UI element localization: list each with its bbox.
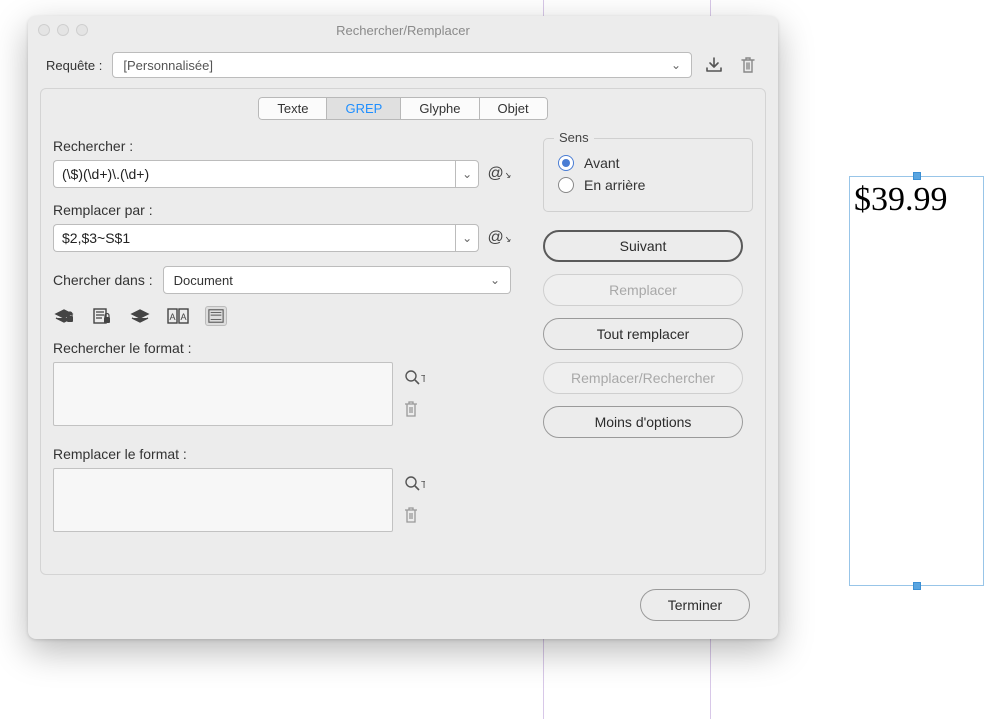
main-panel: Texte GREP Glyphe Objet Rechercher : (\$…	[40, 88, 766, 575]
search-in-select[interactable]: Document ⌄	[163, 266, 511, 294]
find-history-button[interactable]: ⌄	[455, 160, 479, 188]
svg-text:T: T	[421, 374, 425, 385]
direction-backward-label: En arrière	[584, 177, 645, 193]
zoom-window-button[interactable]	[76, 24, 88, 36]
chevron-down-icon: ⌄	[671, 58, 681, 72]
chevron-down-icon: ⌄	[490, 273, 500, 287]
master-pages-icon[interactable]: AA	[167, 306, 189, 326]
price-text[interactable]: $39.99	[854, 181, 948, 219]
find-label: Rechercher :	[53, 138, 511, 154]
frame-handle[interactable]	[913, 582, 921, 590]
minimize-window-button[interactable]	[57, 24, 69, 36]
find-format-label: Rechercher le format :	[53, 340, 511, 356]
scope-icons: AA	[53, 306, 511, 326]
delete-query-button[interactable]	[736, 54, 760, 76]
locked-stories-icon[interactable]	[91, 306, 113, 326]
radio-icon	[558, 155, 574, 171]
specify-replace-format-button[interactable]: T	[403, 474, 425, 492]
svg-text:T: T	[421, 480, 425, 491]
replace-format-box[interactable]	[53, 468, 393, 532]
replace-button: Remplacer	[543, 274, 743, 306]
hidden-layers-icon[interactable]	[129, 306, 151, 326]
frame-handle[interactable]	[913, 172, 921, 180]
chevron-down-icon: ⌄	[462, 231, 472, 245]
find-input[interactable]: (\$)(\d+)\.(\d+)	[53, 160, 455, 188]
replace-input[interactable]: $2,$3~S$1	[53, 224, 455, 252]
tabs: Texte GREP Glyphe Objet	[53, 97, 753, 120]
query-select-value: [Personnalisée]	[123, 58, 213, 73]
direction-forward-radio[interactable]: Avant	[558, 155, 738, 171]
tab-glyph[interactable]: Glyphe	[400, 97, 479, 120]
direction-backward-radio[interactable]: En arrière	[558, 177, 738, 193]
chevron-down-icon: ⌄	[462, 167, 472, 181]
window-title: Rechercher/Remplacer	[336, 23, 470, 38]
close-window-button[interactable]	[38, 24, 50, 36]
find-replace-dialog: Rechercher/Remplacer Requête : [Personna…	[28, 16, 778, 639]
replace-special-chars-button[interactable]: @↘	[487, 229, 511, 247]
search-in-value: Document	[174, 273, 233, 288]
find-next-button[interactable]: Suivant	[543, 230, 743, 262]
save-query-button[interactable]	[702, 54, 726, 76]
tab-text[interactable]: Texte	[258, 97, 327, 120]
fewer-options-button[interactable]: Moins d'options	[543, 406, 743, 438]
done-button[interactable]: Terminer	[640, 589, 750, 621]
tab-object[interactable]: Objet	[479, 97, 548, 120]
tab-grep[interactable]: GREP	[326, 97, 401, 120]
search-in-label: Chercher dans :	[53, 272, 153, 288]
window-controls	[38, 24, 88, 36]
specify-find-format-button[interactable]: T	[403, 368, 425, 386]
footnotes-icon[interactable]	[205, 306, 227, 326]
direction-legend: Sens	[554, 130, 594, 145]
find-format-box[interactable]	[53, 362, 393, 426]
text-frame[interactable]: $39.99	[849, 176, 984, 586]
clear-replace-format-button[interactable]	[403, 506, 425, 524]
locked-layers-icon[interactable]	[53, 306, 75, 326]
replace-all-button[interactable]: Tout remplacer	[543, 318, 743, 350]
direction-forward-label: Avant	[584, 155, 620, 171]
direction-group: Sens Avant En arrière	[543, 138, 753, 212]
replace-format-label: Remplacer le format :	[53, 446, 511, 462]
query-label: Requête :	[46, 58, 102, 73]
replace-history-button[interactable]: ⌄	[455, 224, 479, 252]
svg-text:A: A	[180, 312, 186, 322]
find-special-chars-button[interactable]: @↘	[487, 165, 511, 183]
clear-find-format-button[interactable]	[403, 400, 425, 418]
titlebar: Rechercher/Remplacer	[28, 16, 778, 44]
radio-icon	[558, 177, 574, 193]
svg-text:A: A	[169, 312, 175, 322]
replace-label: Remplacer par :	[53, 202, 511, 218]
replace-find-button: Remplacer/Rechercher	[543, 362, 743, 394]
query-select[interactable]: [Personnalisée] ⌄	[112, 52, 692, 78]
